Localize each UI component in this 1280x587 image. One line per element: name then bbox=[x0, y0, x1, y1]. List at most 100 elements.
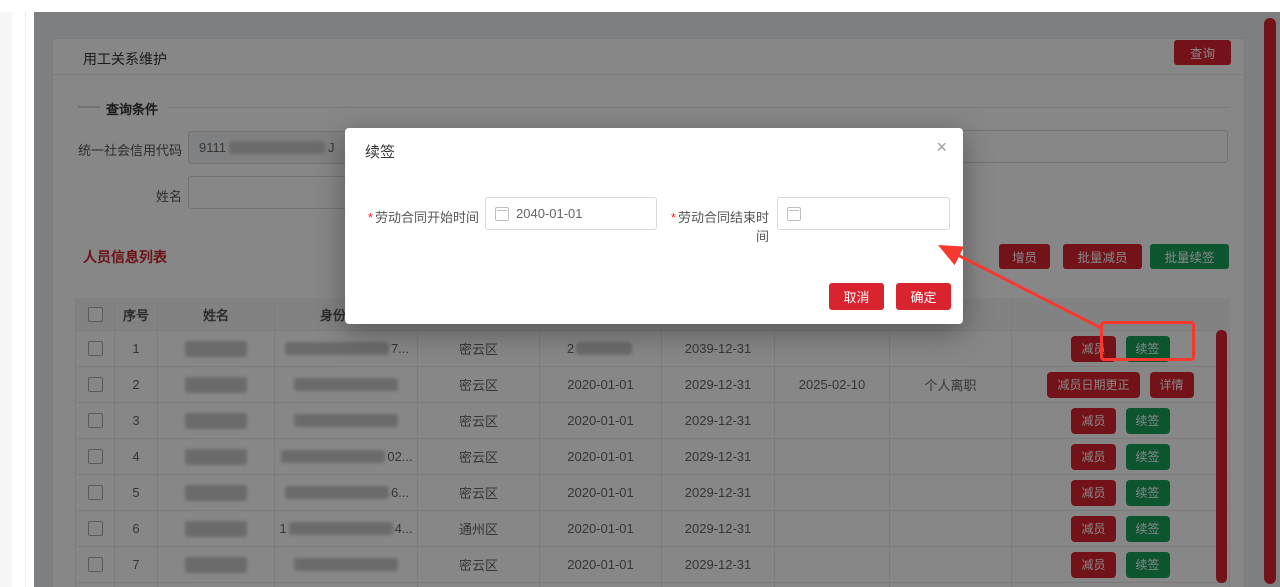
no-cell: 6 bbox=[115, 511, 158, 546]
calendar-icon bbox=[787, 207, 801, 221]
no-cell bbox=[115, 583, 158, 587]
start-cell: 2020-01-01 bbox=[540, 439, 662, 474]
remove-button[interactable]: 减员 bbox=[1071, 480, 1115, 506]
row-checkbox[interactable] bbox=[88, 485, 103, 500]
id-cell bbox=[275, 547, 418, 582]
district-cell: 密云区 bbox=[418, 547, 540, 582]
select-all-checkbox[interactable] bbox=[88, 307, 103, 322]
credit-code-redaction bbox=[229, 141, 325, 154]
row-checkbox[interactable] bbox=[88, 413, 103, 428]
name-label: 姓名 bbox=[40, 186, 182, 205]
page-scrollbar[interactable] bbox=[1264, 18, 1276, 584]
remove-button[interactable]: 减员 bbox=[1071, 444, 1115, 470]
card-titlebar bbox=[52, 38, 1243, 75]
name-cell bbox=[158, 367, 275, 402]
table-row: 减员续签 bbox=[75, 583, 1230, 587]
no-cell: 4 bbox=[115, 439, 158, 474]
redacted-value bbox=[576, 342, 632, 355]
query-button[interactable]: 查询 bbox=[1174, 40, 1231, 65]
row-select-cell bbox=[75, 367, 115, 402]
remove_date-cell bbox=[775, 331, 890, 366]
table-scrollbar-thumb[interactable] bbox=[1216, 330, 1227, 583]
name-cell bbox=[158, 511, 275, 546]
credit-code-label: 统一社会信用代码 bbox=[40, 140, 182, 159]
redacted-value bbox=[285, 342, 389, 355]
remove-button[interactable]: 减员日期更正 bbox=[1047, 372, 1139, 398]
redacted-value bbox=[289, 522, 393, 535]
row-select-cell bbox=[75, 583, 115, 587]
redacted-value bbox=[281, 450, 385, 463]
start-cell: 2020-01-01 bbox=[540, 403, 662, 438]
contract-end-label: *劳动合同结束时间 bbox=[661, 207, 769, 245]
end-cell: 2029-12-31 bbox=[662, 547, 775, 582]
start-cell: 2 bbox=[540, 331, 662, 366]
row-checkbox[interactable] bbox=[88, 341, 103, 356]
redacted-value bbox=[185, 413, 247, 429]
row-checkbox[interactable] bbox=[88, 521, 103, 536]
redacted-value bbox=[285, 486, 389, 499]
actions-cell: 减员续签 bbox=[1012, 547, 1230, 582]
batch-renew-button[interactable]: 批量续签 bbox=[1150, 244, 1229, 269]
header-cell: 序号 bbox=[115, 298, 158, 330]
cancel-button[interactable]: 取消 bbox=[829, 283, 884, 310]
remove-button[interactable]: 减员 bbox=[1071, 336, 1115, 362]
close-icon[interactable]: × bbox=[936, 137, 947, 158]
renew-button[interactable]: 续签 bbox=[1126, 480, 1170, 506]
renew-modal: 续签 × *劳动合同开始时间 2040-01-01 *劳动合同结束时间 取消 确… bbox=[345, 128, 963, 324]
renew-button[interactable]: 续签 bbox=[1126, 408, 1170, 434]
id-cell bbox=[275, 403, 418, 438]
confirm-button[interactable]: 确定 bbox=[896, 283, 951, 310]
screen: 用工关系维护 查询 查询条件 统一社会信用代码 9111 J 姓名 人员信息列表… bbox=[0, 0, 1280, 587]
renew-button[interactable]: 续签 bbox=[1126, 552, 1170, 578]
actions-cell: 减员续签 bbox=[1012, 403, 1230, 438]
header-cell: 姓名 bbox=[158, 298, 275, 330]
redacted-value bbox=[185, 449, 247, 465]
district-cell: 密云区 bbox=[418, 367, 540, 402]
credit-code-prefix: 9111 bbox=[199, 140, 226, 155]
actions-cell: 减员续签 bbox=[1012, 583, 1230, 587]
start-cell: 2020-01-01 bbox=[540, 367, 662, 402]
id-cell bbox=[275, 583, 418, 587]
district-cell: 密云区 bbox=[418, 475, 540, 510]
actions-cell: 减员续签 bbox=[1012, 439, 1230, 474]
no-cell: 1 bbox=[115, 331, 158, 366]
remove-button[interactable]: 减员 bbox=[1071, 552, 1115, 578]
table-row: 614...通州区2020-01-012029-12-31减员续签 bbox=[75, 511, 1230, 547]
details-button[interactable]: 详情 bbox=[1150, 372, 1194, 398]
id-cell: 14... bbox=[275, 511, 418, 546]
district-cell: 密云区 bbox=[418, 331, 540, 366]
renew-button[interactable]: 续签 bbox=[1126, 444, 1170, 470]
start-cell bbox=[540, 583, 662, 587]
contract-start-date-input[interactable]: 2040-01-01 bbox=[485, 197, 657, 230]
redacted-value bbox=[185, 377, 247, 393]
redacted-value bbox=[294, 558, 398, 571]
batch-remove-button[interactable]: 批量减员 bbox=[1063, 244, 1142, 269]
row-checkbox[interactable] bbox=[88, 557, 103, 572]
end-cell bbox=[662, 583, 775, 587]
name-cell bbox=[158, 583, 275, 587]
start-cell: 2020-01-01 bbox=[540, 547, 662, 582]
page-title: 用工关系维护 bbox=[83, 49, 167, 69]
row-checkbox[interactable] bbox=[88, 449, 103, 464]
remove_reason-cell bbox=[890, 547, 1012, 582]
personnel-table: 序号姓名身份证号减员原因操作17...密云区22039-12-31减员续签2密云… bbox=[75, 298, 1230, 587]
actions-cell: 减员日期更正详情 bbox=[1012, 367, 1230, 402]
legend-dash bbox=[78, 106, 100, 108]
renew-button[interactable]: 续签 bbox=[1126, 516, 1170, 542]
remove-button[interactable]: 减员 bbox=[1071, 516, 1115, 542]
remove_date-cell bbox=[775, 547, 890, 582]
renew-button[interactable]: 续签 bbox=[1126, 336, 1170, 362]
calendar-icon bbox=[495, 207, 509, 221]
row-select-cell bbox=[75, 403, 115, 438]
add-member-button[interactable]: 增员 bbox=[999, 244, 1050, 269]
row-checkbox[interactable] bbox=[88, 377, 103, 392]
contract-end-date-input[interactable] bbox=[777, 197, 950, 230]
header-select-all-cell bbox=[75, 298, 115, 330]
district-cell bbox=[418, 583, 540, 587]
table-row: 7密云区2020-01-012029-12-31减员续签 bbox=[75, 547, 1230, 583]
start-cell: 2020-01-01 bbox=[540, 511, 662, 546]
top-margin bbox=[0, 0, 1280, 12]
name-cell bbox=[158, 439, 275, 474]
remove-button[interactable]: 减员 bbox=[1071, 408, 1115, 434]
redacted-value bbox=[185, 341, 247, 357]
